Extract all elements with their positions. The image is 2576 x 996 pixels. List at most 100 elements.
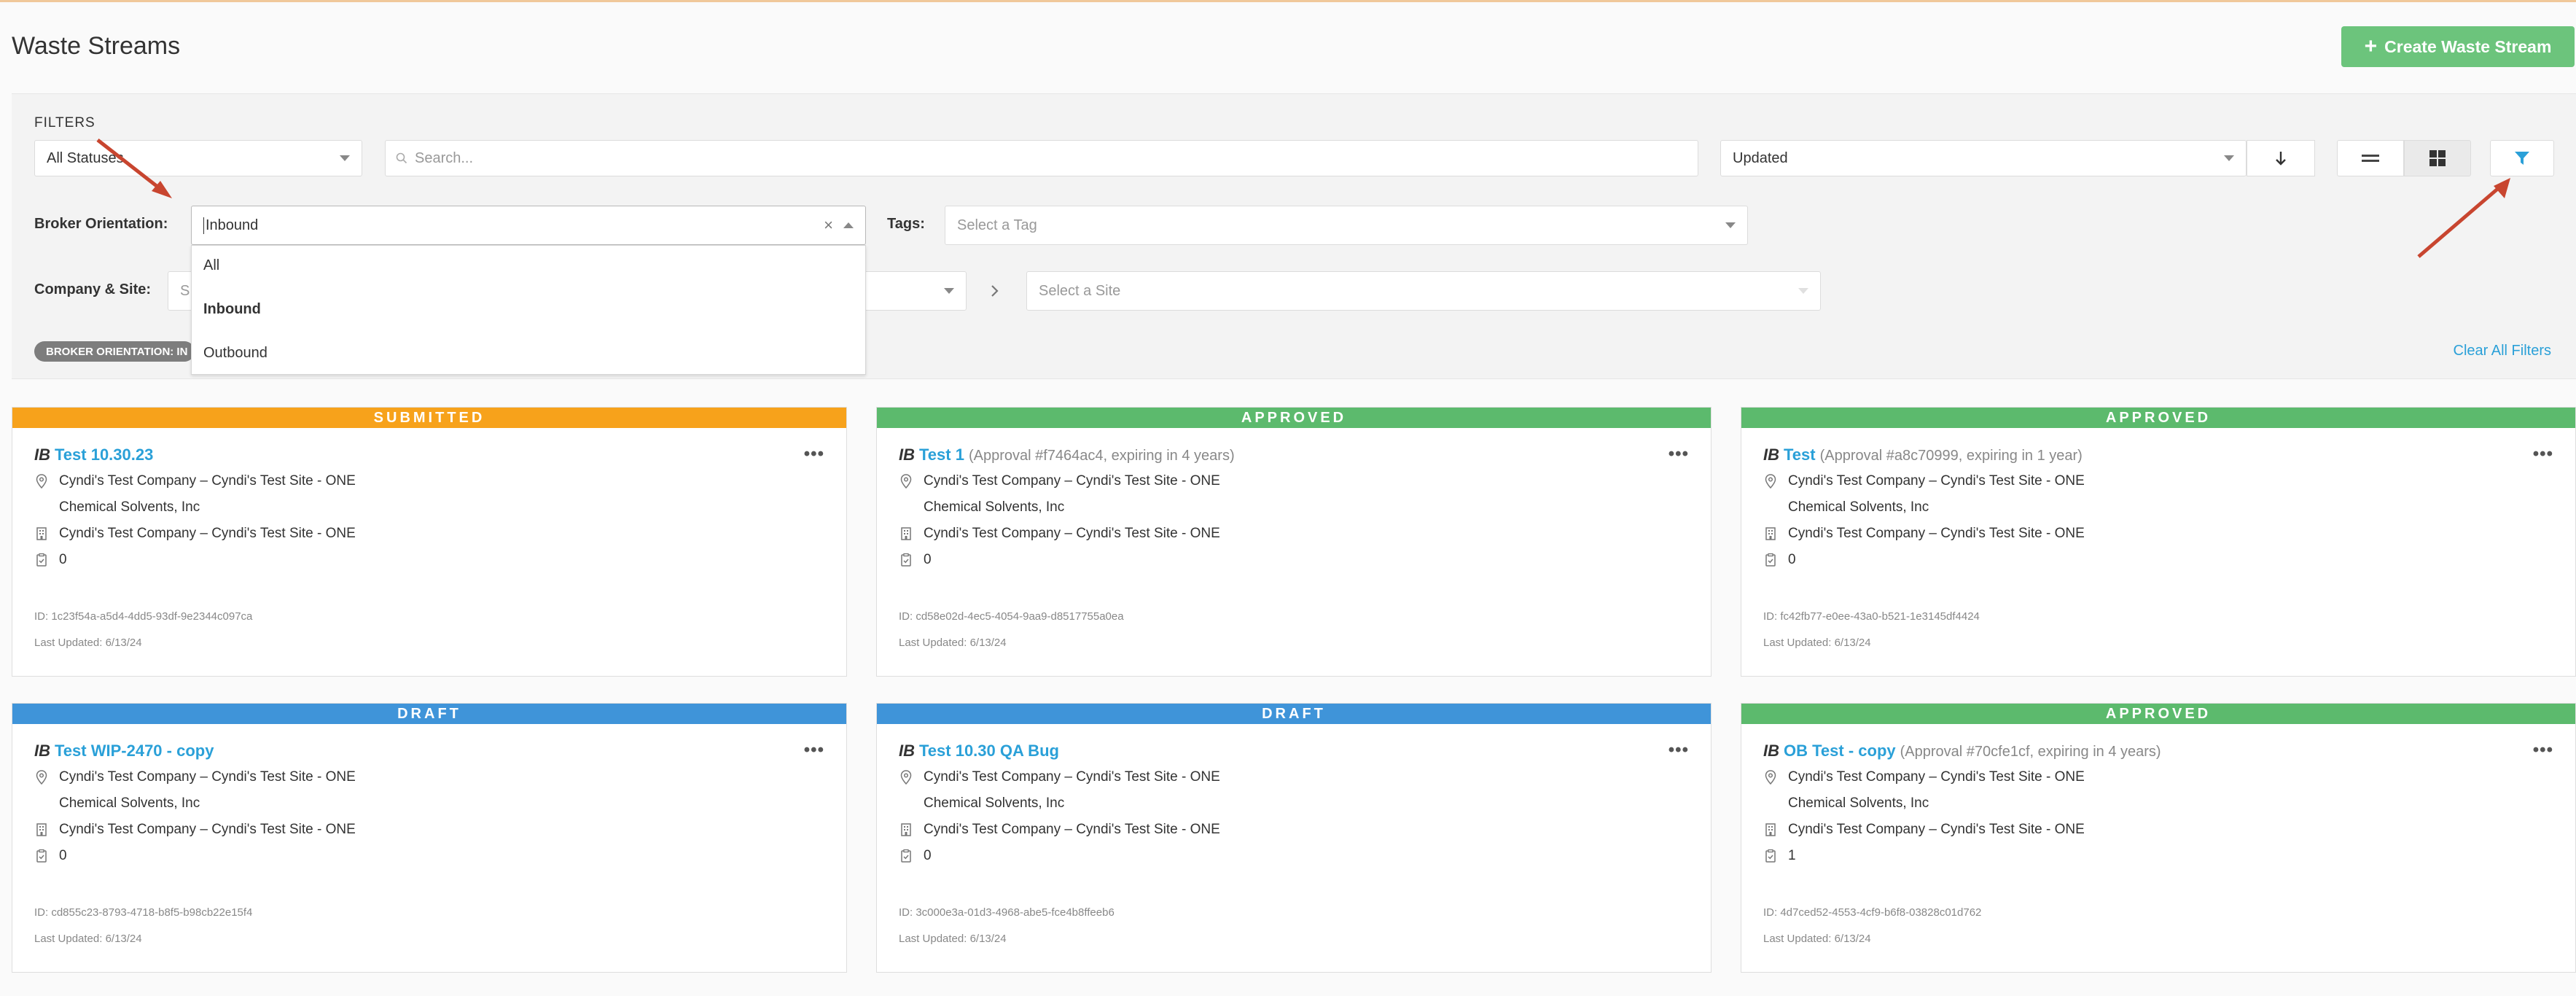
broker-orientation-dropdown: All Inbound Outbound bbox=[191, 245, 866, 375]
status-banner: APPROVED bbox=[1741, 704, 2575, 724]
tags-label: Tags: bbox=[887, 216, 925, 232]
map-pin-icon bbox=[1763, 474, 1778, 489]
waste-stream-link[interactable]: Test 10.30 QA Bug bbox=[919, 742, 1059, 760]
location-line: Cyndi's Test Company – Cyndi's Test Site… bbox=[34, 769, 356, 785]
generator-line: Cyndi's Test Company – Cyndi's Test Site… bbox=[1763, 822, 2085, 838]
count-line: 0 bbox=[34, 848, 67, 864]
top-accent-line bbox=[0, 0, 2576, 2]
count-text: 1 bbox=[1788, 848, 1796, 863]
waste-stream-link[interactable]: Test bbox=[1784, 446, 1816, 464]
location-line: Cyndi's Test Company – Cyndi's Test Site… bbox=[1763, 769, 2085, 785]
more-icon[interactable]: ••• bbox=[1668, 740, 1689, 760]
generator-text: Cyndi's Test Company – Cyndi's Test Site… bbox=[924, 526, 1220, 541]
location-text: Cyndi's Test Company – Cyndi's Test Site… bbox=[924, 473, 1220, 489]
create-waste-stream-button[interactable]: + Create Waste Stream bbox=[2341, 26, 2575, 67]
stream-id: ID: fc42fb77-e0ee-43a0-b521-1e3145df4424 bbox=[1763, 610, 1980, 623]
company-site-label: Company & Site: bbox=[34, 281, 152, 297]
last-updated: Last Updated: 6/13/24 bbox=[34, 933, 142, 945]
waste-stream-card[interactable]: APPROVED IB Test 1 (Approval #f7464ac4, exp… bbox=[876, 407, 1712, 677]
last-updated: Last Updated: 6/13/24 bbox=[899, 637, 1007, 649]
filter-toggle-button[interactable] bbox=[2490, 140, 2554, 176]
option-inbound[interactable]: Inbound bbox=[203, 301, 261, 318]
sort-direction-button[interactable] bbox=[2247, 140, 2315, 176]
location-text: Cyndi's Test Company – Cyndi's Test Site… bbox=[1788, 473, 2085, 489]
map-pin-icon bbox=[899, 770, 913, 785]
card-title: IB OB Test - copy (Approval #70cfe1cf, exp… bbox=[1763, 742, 2161, 760]
count-line: 0 bbox=[1763, 552, 1796, 568]
map-pin-icon bbox=[34, 770, 49, 785]
waste-stream-link[interactable]: OB Test - copy bbox=[1784, 742, 1896, 760]
clipboard-icon bbox=[1763, 849, 1778, 863]
count-text: 0 bbox=[924, 552, 932, 567]
broker-orientation-label: Broker Orientation: bbox=[34, 216, 168, 232]
card-title: IB Test 10.30 QA Bug bbox=[899, 742, 1063, 760]
generator-line: Cyndi's Test Company – Cyndi's Test Site… bbox=[899, 526, 1220, 542]
site-select[interactable]: Select a Site bbox=[1026, 271, 1821, 311]
waste-stream-card[interactable]: SUBMITTED IB Test 10.30.23 ••• Cyndi's Test … bbox=[12, 407, 847, 677]
stream-id: ID: 4d7ced52-4553-4cf9-b6f8-03828c01d762 bbox=[1763, 906, 1982, 919]
option-all[interactable]: All bbox=[203, 257, 219, 274]
card-title: IB Test WIP-2470 - copy bbox=[34, 742, 218, 760]
waste-stream-link[interactable]: Test WIP-2470 - copy bbox=[55, 742, 214, 760]
more-icon[interactable]: ••• bbox=[804, 740, 824, 760]
status-banner: DRAFT bbox=[877, 704, 1711, 724]
card-title: IB Test 10.30.23 bbox=[34, 446, 157, 464]
generator-text: Cyndi's Test Company – Cyndi's Test Site… bbox=[1788, 822, 2085, 837]
stream-id: ID: 1c23f54a-a5d4-4dd5-93df-9e2344c097ca bbox=[34, 610, 253, 623]
waste-stream-card[interactable]: DRAFT IB Test 10.30 QA Bug ••• Cyndi's Test … bbox=[876, 703, 1712, 973]
location-text: Cyndi's Test Company – Cyndi's Test Site… bbox=[1788, 769, 2085, 785]
clear-selection-icon[interactable]: × bbox=[824, 216, 833, 235]
status-select[interactable]: All Statuses bbox=[34, 140, 362, 176]
status-banner: SUBMITTED bbox=[12, 408, 846, 428]
map-pin-icon bbox=[1763, 770, 1778, 785]
broker-orientation-select[interactable]: Inbound × bbox=[191, 206, 866, 245]
building-icon bbox=[34, 526, 49, 541]
list-view-icon bbox=[2362, 155, 2379, 162]
more-icon[interactable]: ••• bbox=[2533, 740, 2553, 760]
waste-stream-card[interactable]: APPROVED IB OB Test - copy (Approval #70cfe… bbox=[1741, 703, 2576, 973]
chevron-down-icon bbox=[340, 155, 350, 161]
more-icon[interactable]: ••• bbox=[804, 444, 824, 464]
option-outbound[interactable]: Outbound bbox=[203, 345, 268, 362]
location-line: Cyndi's Test Company – Cyndi's Test Site… bbox=[899, 473, 1220, 489]
orientation-prefix: IB bbox=[1763, 446, 1779, 464]
clear-all-filters-link[interactable]: Clear All Filters bbox=[2454, 343, 2551, 359]
sort-select[interactable]: Updated bbox=[1720, 140, 2247, 176]
building-icon bbox=[1763, 822, 1778, 837]
clipboard-icon bbox=[899, 553, 913, 567]
search-input[interactable]: Search... bbox=[385, 140, 1698, 176]
location-text: Cyndi's Test Company – Cyndi's Test Site… bbox=[59, 769, 356, 785]
active-filter-chip[interactable]: BROKER ORIENTATION: IN bbox=[34, 341, 195, 362]
last-updated: Last Updated: 6/13/24 bbox=[899, 933, 1007, 945]
create-waste-stream-label: Create Waste Stream bbox=[2384, 36, 2552, 56]
approval-info: (Approval #f7464ac4, expiring in 4 years… bbox=[968, 448, 1235, 464]
map-pin-icon bbox=[899, 474, 913, 489]
waste-stream-card[interactable]: APPROVED IB Test (Approval #a8c70999, expir… bbox=[1741, 407, 2576, 677]
orientation-prefix: IB bbox=[899, 446, 915, 464]
chevron-down-icon bbox=[1798, 288, 1808, 294]
status-banner: DRAFT bbox=[12, 704, 846, 724]
company-placeholder: S bbox=[180, 282, 190, 299]
grid-view-icon bbox=[2429, 150, 2446, 166]
count-line: 1 bbox=[1763, 848, 1796, 864]
count-text: 0 bbox=[59, 552, 67, 567]
list-view-button[interactable] bbox=[2337, 140, 2404, 176]
chevron-up-icon bbox=[843, 222, 854, 228]
more-icon[interactable]: ••• bbox=[1668, 444, 1689, 464]
status-banner: APPROVED bbox=[1741, 408, 2575, 428]
count-line: 0 bbox=[34, 552, 67, 568]
waste-stream-card[interactable]: DRAFT IB Test WIP-2470 - copy ••• Cyndi's Te… bbox=[12, 703, 847, 973]
filters-heading: FILTERS bbox=[34, 115, 95, 131]
count-line: 0 bbox=[899, 552, 932, 568]
grid-view-button[interactable] bbox=[2404, 140, 2471, 176]
map-pin-icon bbox=[34, 474, 49, 489]
vendor-text: Chemical Solvents, Inc bbox=[59, 795, 200, 811]
building-icon bbox=[899, 822, 913, 837]
more-icon[interactable]: ••• bbox=[2533, 444, 2553, 464]
waste-stream-link[interactable]: Test 10.30.23 bbox=[55, 446, 153, 464]
location-line: Cyndi's Test Company – Cyndi's Test Site… bbox=[34, 473, 356, 489]
tags-select[interactable]: Select a Tag bbox=[945, 206, 1748, 245]
location-text: Cyndi's Test Company – Cyndi's Test Site… bbox=[924, 769, 1220, 785]
waste-stream-link[interactable]: Test 1 bbox=[919, 446, 964, 464]
sort-select-value: Updated bbox=[1733, 149, 1788, 166]
